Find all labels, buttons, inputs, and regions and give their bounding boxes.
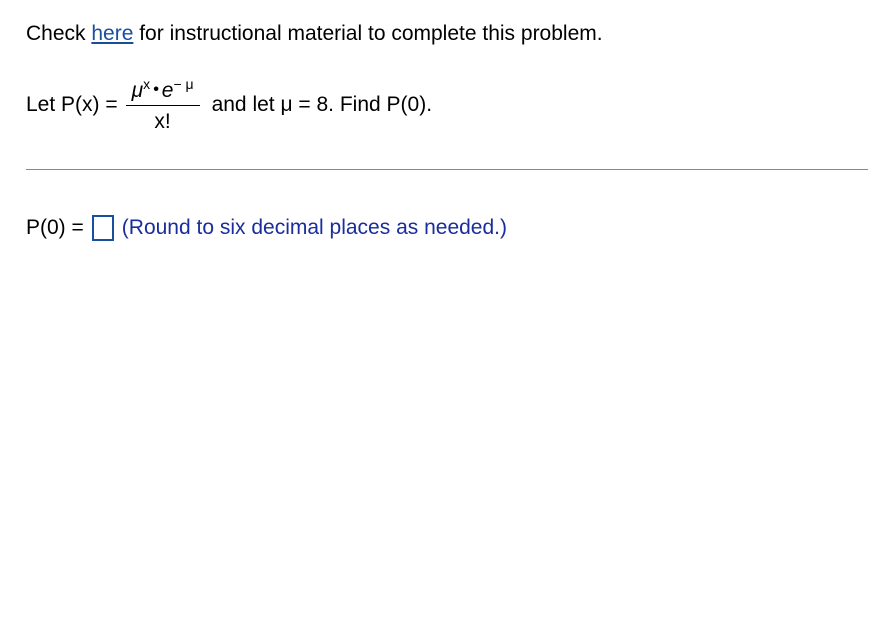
instruction-suffix: for instructional material to complete t… (133, 22, 602, 45)
answer-line: P(0) = (Round to six decimal places as n… (26, 215, 868, 241)
fraction-numerator: μx•e− μ (126, 76, 200, 105)
answer-label: P(0) = (26, 216, 84, 240)
formula-fraction: μx•e− μ x! (126, 76, 200, 134)
answer-input[interactable] (92, 215, 114, 241)
sup-x: x (143, 76, 150, 92)
formula-suffix: and let μ = 8. Find P(0). (212, 93, 432, 117)
dot-symbol: • (153, 81, 159, 98)
instruction-line: Check here for instructional material to… (26, 22, 868, 46)
sup-negmu: − μ (173, 76, 193, 92)
section-divider (26, 169, 868, 170)
mu-symbol: μ (132, 79, 144, 102)
fraction-denominator: x! (154, 106, 170, 134)
e-symbol: e (162, 79, 174, 102)
instruction-prefix: Check (26, 22, 91, 45)
instruction-link[interactable]: here (91, 22, 133, 45)
formula-prefix: Let P(x) = (26, 93, 118, 117)
round-note: (Round to six decimal places as needed.) (122, 216, 507, 240)
formula-line: Let P(x) = μx•e− μ x! and let μ = 8. Fin… (26, 76, 868, 134)
